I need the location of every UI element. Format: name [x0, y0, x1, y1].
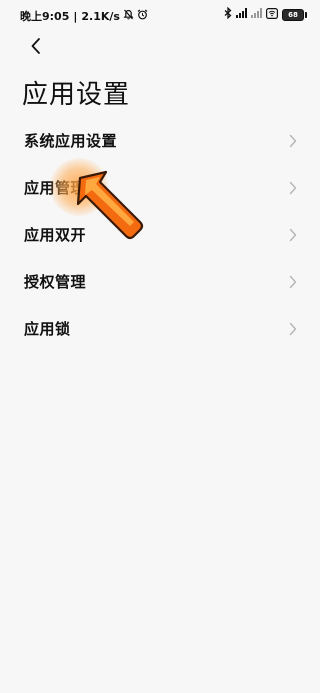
status-time: 晚上9:05 [20, 10, 70, 23]
chevron-right-icon [289, 181, 297, 194]
mute-bell-icon [123, 9, 134, 23]
status-separator: | [73, 9, 78, 23]
chevron-right-icon [289, 134, 297, 147]
battery-indicator: 68 [282, 8, 307, 21]
signal-icon [236, 8, 247, 21]
list-item-label: 系统应用设置 [24, 132, 118, 150]
list-item-permissions[interactable]: 授权管理 [0, 258, 320, 305]
list-item-label: 应用双开 [24, 226, 87, 244]
alarm-icon [137, 9, 148, 23]
list-item-dual-apps[interactable]: 应用双开 [0, 211, 320, 258]
list-item-app-lock[interactable]: 应用锁 [0, 305, 320, 352]
back-button[interactable] [24, 36, 48, 60]
network-speed: 2.1K/s [81, 9, 120, 23]
chevron-left-icon [29, 37, 43, 59]
chevron-right-icon [289, 228, 297, 241]
status-right: 68 [224, 6, 307, 22]
status-left: 晚上9:05 | 2.1K/s [20, 8, 148, 24]
page-title: 应用设置 [22, 80, 131, 110]
signal-icon [251, 8, 262, 21]
list-item-app-management[interactable]: 应用管理 [0, 164, 320, 211]
bluetooth-icon [224, 6, 232, 22]
chevron-right-icon [289, 275, 297, 288]
settings-list: 系统应用设置 应用管理 应用双开 授权管理 应用锁 [0, 117, 320, 352]
list-item-label: 应用锁 [24, 320, 71, 338]
wifi-icon [266, 7, 279, 22]
chevron-right-icon [289, 322, 297, 335]
list-item-label: 授权管理 [24, 273, 87, 291]
list-item-label: 应用管理 [24, 179, 87, 197]
list-item-system-app-settings[interactable]: 系统应用设置 [0, 117, 320, 164]
status-bar: 晚上9:05 | 2.1K/s 68 [0, 0, 320, 28]
